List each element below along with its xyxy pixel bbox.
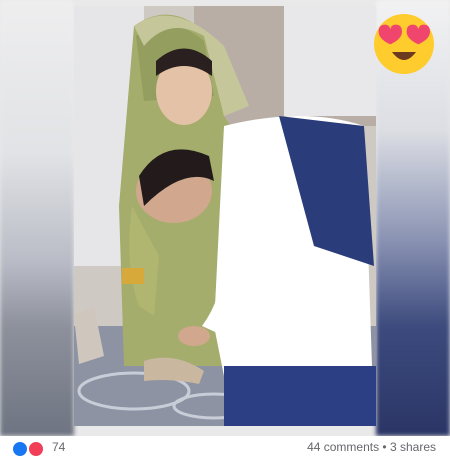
post-photo[interactable] — [0, 0, 450, 436]
love-reaction-icon[interactable] — [28, 441, 44, 457]
comments-shares-count[interactable]: 44 comments • 3 shares — [307, 440, 436, 454]
wedding-photo — [74, 6, 376, 426]
heart-eyes-emoji-icon — [374, 14, 434, 74]
blurred-left-edge — [0, 0, 74, 436]
reaction-count[interactable]: 74 — [52, 440, 65, 454]
like-reaction-icon[interactable] — [12, 441, 28, 457]
